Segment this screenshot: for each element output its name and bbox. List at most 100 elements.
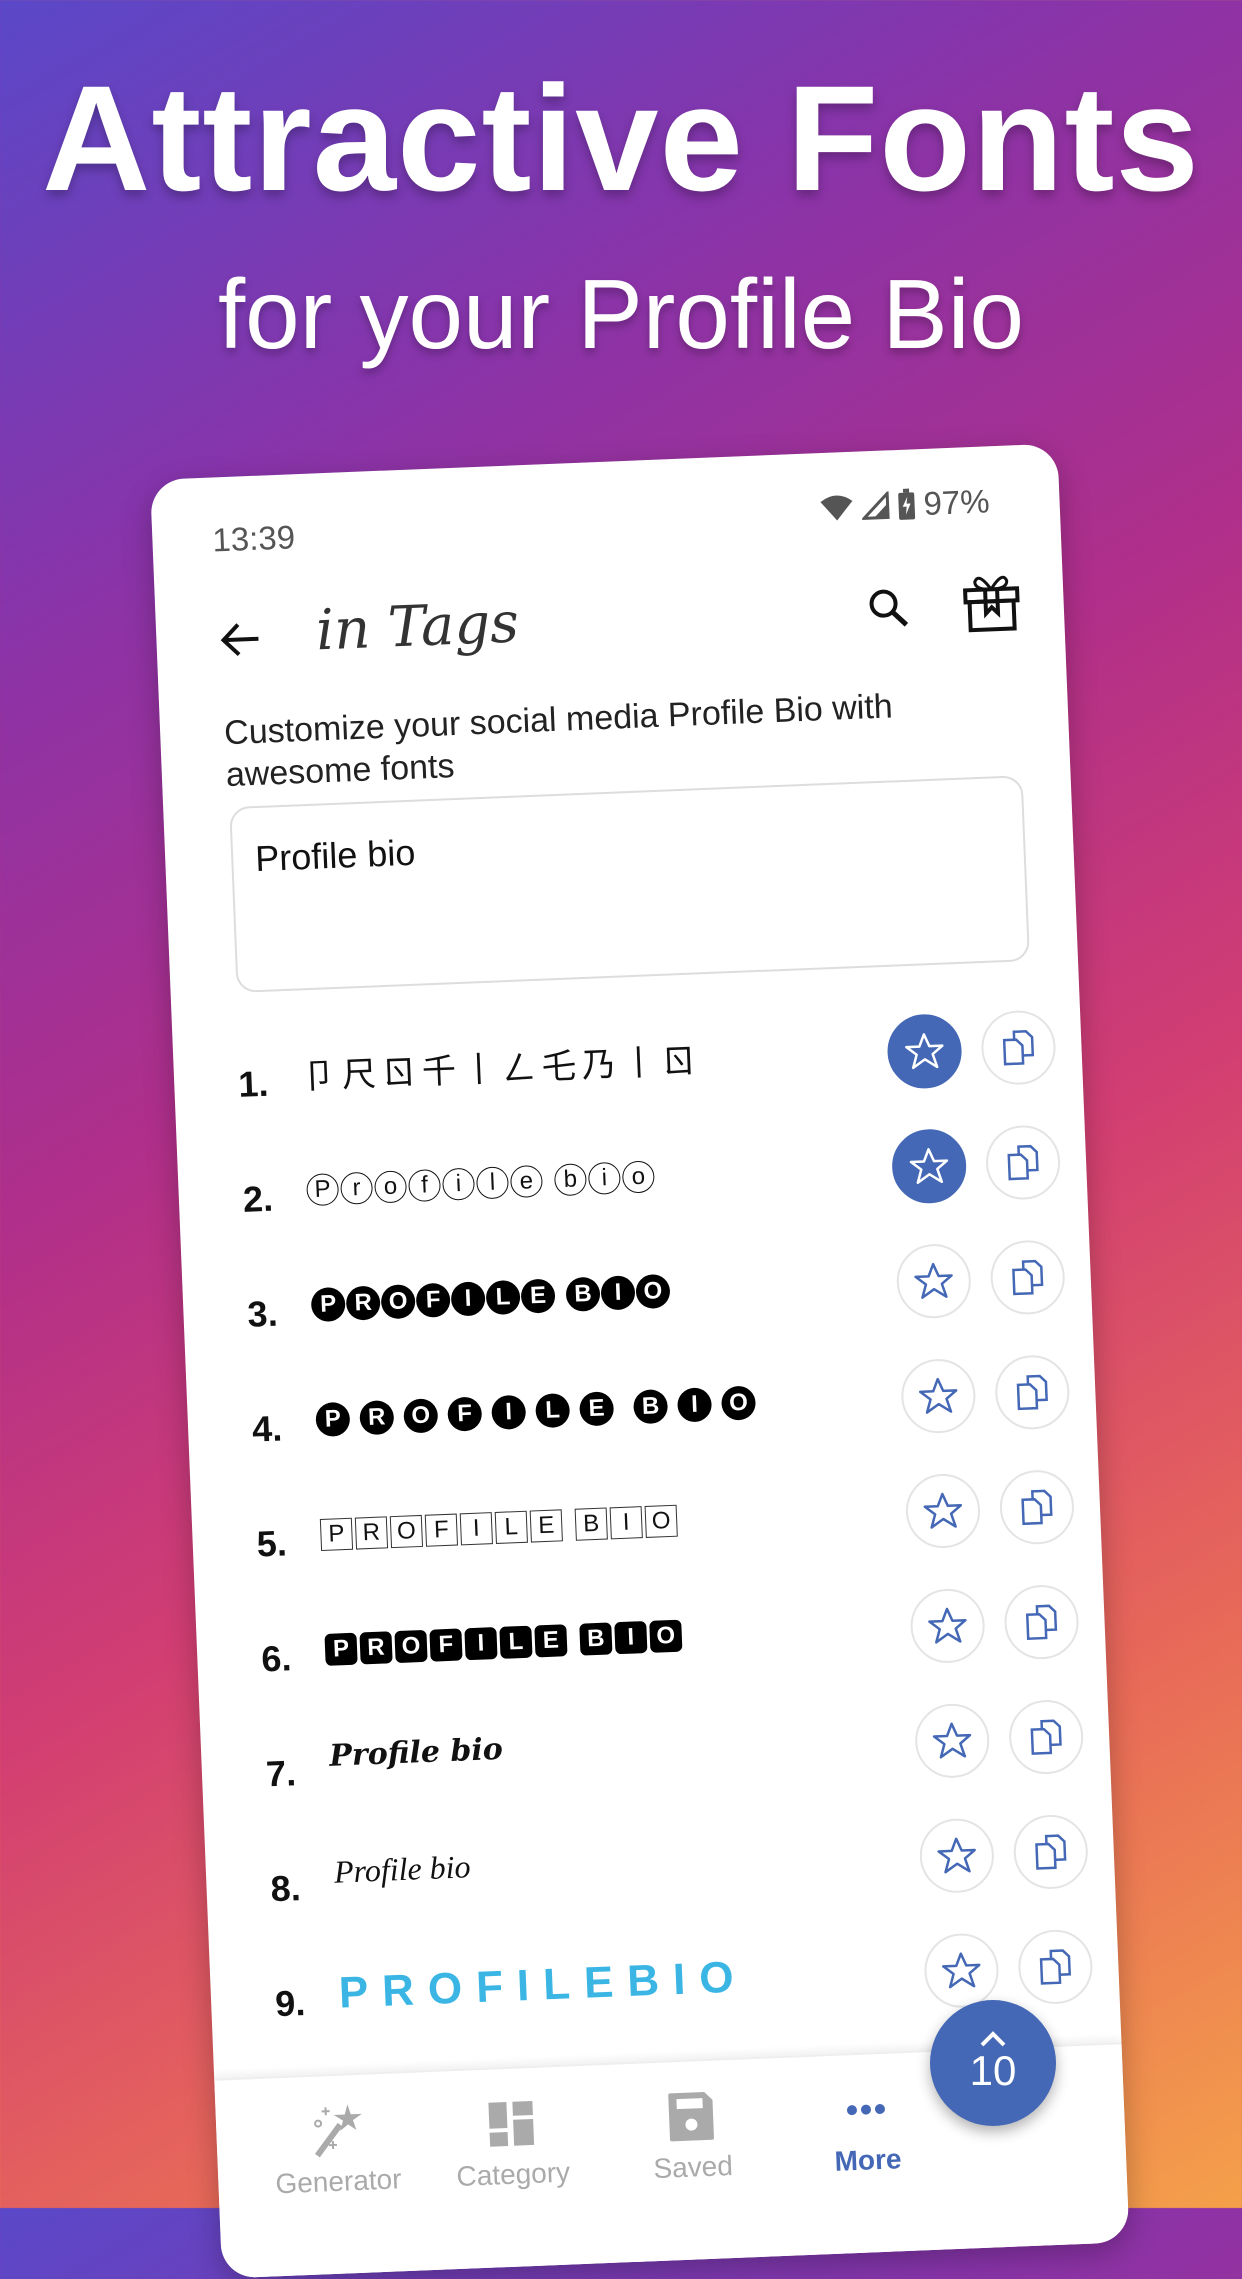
gift-icon[interactable]	[958, 568, 1025, 635]
nav-label: Generator	[274, 2163, 403, 2200]
chevron-up-icon	[980, 2031, 1006, 2047]
nav-generator[interactable]: Generator	[255, 2093, 419, 2201]
copy-button[interactable]	[993, 1353, 1071, 1431]
font-char: r	[339, 1171, 374, 1205]
row-number: 3.	[246, 1292, 279, 1335]
font-char: I	[491, 1394, 527, 1431]
font-char: R	[359, 1631, 393, 1665]
copy-button[interactable]	[1016, 1928, 1094, 2006]
copy-icon	[1030, 1719, 1062, 1755]
font-char: e	[509, 1164, 544, 1199]
back-arrow-icon[interactable]	[218, 619, 264, 661]
nav-label: Saved	[652, 2149, 734, 2185]
font-sample[interactable]: Profilebio	[305, 1150, 657, 1207]
favorite-button[interactable]	[904, 1472, 982, 1550]
font-sample[interactable]: Profile bio	[329, 1732, 504, 1774]
font-char: P	[319, 1517, 354, 1551]
font-sample[interactable]: PROFILEBIO	[319, 1495, 680, 1551]
nav-more[interactable]: More	[785, 2071, 949, 2179]
font-sample[interactable]: PROFILEBIO	[310, 1265, 671, 1323]
favorite-button[interactable]	[890, 1127, 968, 1205]
row-number: 1.	[237, 1062, 270, 1105]
font-char: I	[450, 1281, 486, 1317]
row-number: 5.	[255, 1522, 288, 1565]
font-char: I	[609, 1506, 643, 1540]
font-char: f	[407, 1168, 442, 1203]
font-char: i	[441, 1167, 476, 1201]
search-icon[interactable]	[863, 582, 915, 634]
font-char: i	[587, 1161, 622, 1195]
copy-icon	[1002, 1030, 1035, 1066]
scroll-top-fab[interactable]: 10	[930, 2000, 1056, 2126]
font-sample[interactable]: PROFILEBIO	[315, 1376, 766, 1438]
font-sample[interactable]: Profile bio	[333, 1848, 471, 1890]
font-char: P	[310, 1286, 346, 1323]
magic-wand-icon	[314, 2104, 362, 2158]
font-char: F	[447, 1396, 483, 1432]
font-char: O	[403, 1398, 439, 1434]
nav-label: More	[833, 2143, 903, 2177]
copy-icon	[1007, 1144, 1039, 1181]
font-char: L	[499, 1625, 533, 1659]
copy-button[interactable]	[980, 1009, 1057, 1087]
copy-button[interactable]	[1003, 1583, 1081, 1661]
font-char: I	[459, 1512, 493, 1546]
font-char: B	[579, 1622, 613, 1656]
font-sample[interactable]: 卩尺ㄖ千丨ㄥ乇乃丨ㄖ	[301, 1033, 703, 1098]
font-char: L	[494, 1510, 528, 1544]
favorite-button[interactable]	[909, 1587, 987, 1665]
row-number: 4.	[251, 1407, 284, 1450]
font-char: O	[644, 1504, 678, 1538]
font-char: E	[520, 1278, 556, 1314]
font-char: l	[475, 1166, 510, 1200]
font-char: P	[305, 1173, 340, 1207]
favorite-button[interactable]	[923, 1932, 1000, 2010]
font-sample[interactable]: PROFILEBIO	[338, 1952, 749, 2018]
app-title: in Tags	[314, 590, 521, 664]
star-icon	[937, 1837, 976, 1874]
favorite-button[interactable]	[899, 1357, 977, 1435]
nav-category[interactable]: Category	[430, 2086, 594, 2194]
font-char: L	[535, 1392, 571, 1429]
font-char: I	[464, 1627, 498, 1661]
copy-button[interactable]	[998, 1468, 1076, 1546]
star-icon	[914, 1262, 953, 1299]
description: Customize your social media Profile Bio …	[223, 687, 894, 795]
font-char: L	[485, 1279, 521, 1316]
wifi-icon	[820, 495, 853, 521]
font-char: I	[676, 1387, 713, 1423]
hero-title: Attractive Fonts	[42, 54, 1200, 222]
font-sample[interactable]: PROFILEBIO	[324, 1609, 685, 1666]
copy-button[interactable]	[989, 1238, 1067, 1316]
favorite-button[interactable]	[886, 1012, 964, 1090]
hero-subtitle: for your Profile Bio	[217, 259, 1025, 369]
font-char: o	[373, 1170, 408, 1204]
copy-button[interactable]	[1012, 1813, 1090, 1891]
nav-saved[interactable]: Saved	[610, 2078, 774, 2186]
font-char: R	[345, 1285, 381, 1321]
copy-icon	[1016, 1374, 1048, 1411]
font-char: E	[529, 1509, 563, 1543]
more-dots-icon	[846, 2104, 885, 2116]
font-char: O	[380, 1284, 416, 1320]
star-icon	[928, 1607, 967, 1644]
text-input[interactable]: Profile bio	[229, 775, 1031, 993]
copy-icon	[1035, 1834, 1067, 1870]
row-number: 9.	[274, 1982, 307, 2025]
copy-button[interactable]	[984, 1124, 1062, 1201]
fab-count: 10	[969, 2047, 1017, 2094]
favorite-button[interactable]	[918, 1817, 996, 1895]
copy-button[interactable]	[1007, 1698, 1085, 1776]
star-icon	[918, 1377, 958, 1414]
font-char: B	[574, 1507, 608, 1541]
app-bar: in Tags	[155, 558, 1066, 684]
favorite-button[interactable]	[913, 1702, 991, 1780]
copy-icon	[1039, 1949, 1072, 1985]
font-char: O	[720, 1385, 757, 1421]
font-char: O	[649, 1619, 683, 1653]
font-char: E	[534, 1624, 568, 1658]
font-char: R	[359, 1399, 395, 1436]
favorite-button[interactable]	[895, 1242, 973, 1320]
signal-icon	[861, 491, 890, 521]
copy-icon	[1012, 1259, 1044, 1296]
